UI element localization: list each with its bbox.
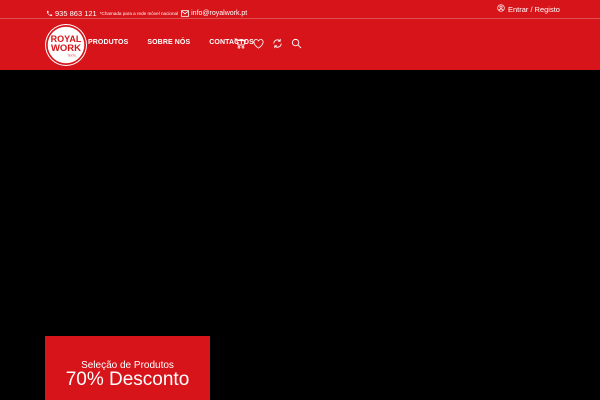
phone-link[interactable]: 935 863 121: [46, 4, 97, 22]
main-nav: PRODUTOS SOBRE NÓS CONTACTOS: [88, 39, 254, 46]
top-bar: 935 863 121 *Chamada para a rede móvel n…: [0, 0, 600, 19]
email-link[interactable]: info@royalwork.pt: [181, 4, 247, 22]
nav-produtos[interactable]: PRODUTOS: [88, 39, 128, 46]
login-link[interactable]: Entrar: [508, 5, 528, 14]
logo-tagline: TEXTIL: [68, 54, 77, 58]
header-icons: [233, 37, 303, 50]
royal-work-logo[interactable]: ROYAL WORK TEXTIL: [45, 24, 87, 66]
promo-banner[interactable]: Seleção de Produtos 70% Desconto: [45, 336, 210, 400]
search-icon[interactable]: [290, 37, 303, 50]
register-link[interactable]: Registo: [535, 5, 560, 14]
account-links: Entrar / Registo: [497, 4, 560, 14]
phone-note: *Chamada para a rede móvel nacional: [99, 10, 179, 16]
account-separator: /: [530, 4, 533, 14]
site-header: 935 863 121 *Chamada para a rede móvel n…: [0, 0, 600, 70]
email-address: info@royalwork.pt: [191, 9, 248, 17]
nav-sobre-nos[interactable]: SOBRE NÓS: [147, 39, 190, 46]
envelope-icon: [181, 4, 190, 22]
promo-title: 70% Desconto: [65, 369, 190, 390]
refresh-icon[interactable]: [271, 37, 284, 50]
heart-icon[interactable]: [252, 37, 265, 50]
phone-icon: [46, 4, 53, 22]
phone-number: 935 863 121: [55, 8, 97, 18]
user-icon: [497, 4, 505, 14]
cart-icon[interactable]: [233, 37, 246, 50]
contact-info: 935 863 121 *Chamada para a rede móvel n…: [46, 4, 247, 22]
logo-line2: WORK: [51, 43, 81, 54]
